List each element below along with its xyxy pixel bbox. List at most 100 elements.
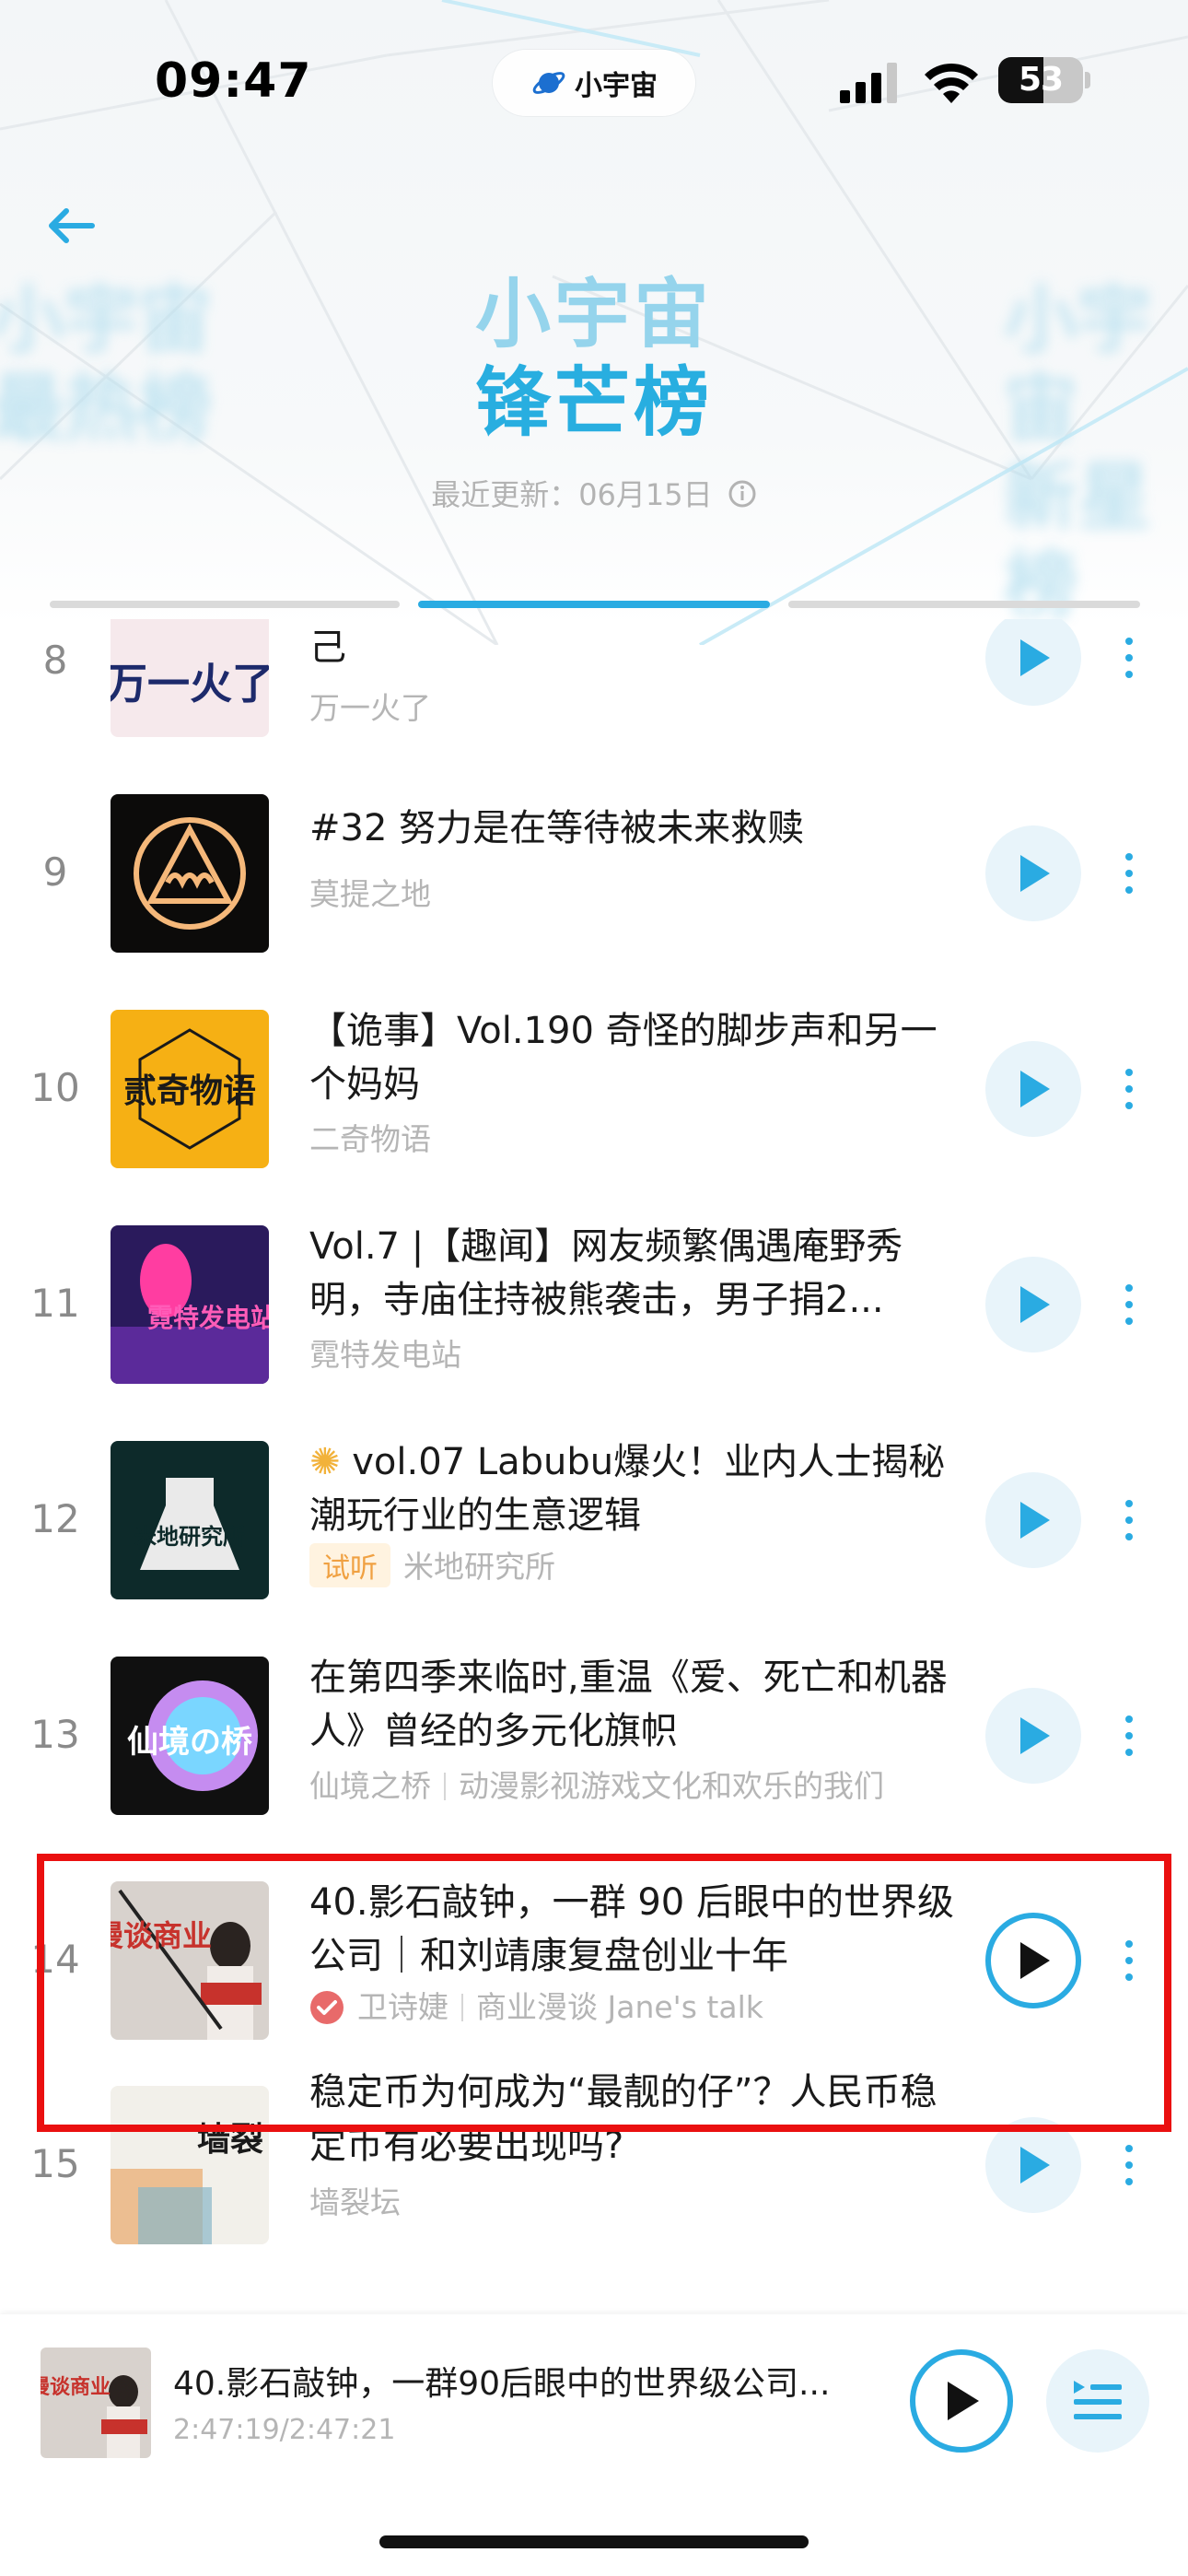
arrow-left-icon bbox=[49, 208, 95, 243]
rank-number: 14 bbox=[30, 1937, 80, 1982]
podcast-cover[interactable]: 万一火了 bbox=[111, 619, 269, 737]
list-item-now-playing[interactable]: 14 漫谈商业 40.影石敲钟，一群 90 后眼中的世界级公司｜和刘靖康复盘创业… bbox=[0, 1848, 1188, 2064]
play-icon bbox=[1020, 855, 1050, 892]
play-button[interactable] bbox=[985, 1913, 1081, 2008]
play-icon bbox=[948, 2382, 979, 2420]
player-title[interactable]: 40.影石敲钟，一群90后眼中的世界级公司... bbox=[173, 2357, 882, 2405]
podcast-meta[interactable]: 卫诗婕 商业漫谈 Jane's talk bbox=[309, 1983, 963, 2027]
ranking-list: 8 万一火了 Vol.180 我都不能理解 30 岁之前的自己 万一火了 9 #… bbox=[0, 619, 1188, 2314]
more-options-button[interactable] bbox=[1111, 1699, 1147, 1773]
podcast-name[interactable]: 万一火了 bbox=[309, 684, 963, 728]
episode-title[interactable]: ✺ vol.07 Labubu爆火！业内人士揭秘潮玩行业的生意逻辑 bbox=[309, 1435, 963, 1542]
more-options-button[interactable] bbox=[1111, 2128, 1147, 2202]
podcast-cover[interactable]: 霓特发电站 bbox=[111, 1225, 269, 1384]
episode-title[interactable]: Vol.7 |【趣闻】网友频繁偶遇庵野秀明，寺庙住持被熊袭击，男子捐2... bbox=[309, 1220, 963, 1327]
cover-text: 万一火了 bbox=[111, 659, 269, 708]
list-item[interactable]: 15 墙裂 稳定币为何成为“最靓的仔”？人民币稳定币有必要出现吗? 墙裂坛 bbox=[0, 2064, 1188, 2279]
verified-check-icon bbox=[310, 1991, 344, 2024]
more-options-button[interactable] bbox=[1111, 1924, 1147, 1997]
app-pill[interactable]: 小宇宙 bbox=[493, 50, 695, 116]
play-icon bbox=[1020, 1942, 1050, 1979]
player-cover[interactable]: 漫谈商业 bbox=[41, 2348, 151, 2458]
play-button[interactable] bbox=[985, 2117, 1081, 2213]
play-button[interactable] bbox=[985, 1688, 1081, 1784]
podcast-host: 动漫影视游戏文化和欢乐的我们 bbox=[459, 1768, 884, 1804]
play-icon bbox=[1020, 1071, 1050, 1107]
play-button[interactable] bbox=[985, 1041, 1081, 1137]
trial-badge: 试听 bbox=[309, 1543, 390, 1587]
rank-number: 13 bbox=[30, 1712, 80, 1757]
podcast-meta[interactable]: 试听 米地研究所 bbox=[309, 1542, 963, 1587]
rank-number: 12 bbox=[30, 1496, 80, 1541]
cover-art: 仙境の桥 bbox=[111, 1657, 269, 1815]
page-title: 小宇宙 锋芒榜 bbox=[0, 271, 1188, 448]
play-button[interactable] bbox=[985, 1257, 1081, 1352]
episode-title[interactable]: Vol.180 我都不能理解 30 岁之前的自己 bbox=[309, 619, 963, 674]
list-item[interactable]: 9 #32 努力是在等待被未来救赎 莫提之地 bbox=[0, 761, 1188, 977]
episode-title[interactable]: 40.影石敲钟，一群 90 后眼中的世界级公司｜和刘靖康复盘创业十年 bbox=[309, 1876, 963, 1983]
cover-text: 漫谈商业 bbox=[111, 1918, 212, 1953]
play-icon bbox=[1020, 639, 1050, 676]
podcast-meta[interactable]: 仙境之桥 动漫影视游戏文化和欢乐的我们 bbox=[309, 1762, 963, 1806]
tab-indicator-left bbox=[50, 601, 400, 608]
list-item[interactable]: 10 贰奇物语 【诡事】Vol.190 奇怪的脚步声和另一个妈妈 二奇物语 bbox=[0, 977, 1188, 1192]
player-time: 2:47:19/2:47:21 bbox=[173, 2414, 396, 2446]
episode-title[interactable]: 稳定币为何成为“最靓的仔”？人民币稳定币有必要出现吗? bbox=[309, 2066, 963, 2172]
back-button[interactable] bbox=[39, 193, 103, 258]
cover-text: 贰奇物语 bbox=[123, 1072, 256, 1110]
tab-indicator-active bbox=[418, 601, 770, 608]
page-title-line2: 锋芒榜 bbox=[474, 359, 713, 447]
play-icon bbox=[1020, 2147, 1050, 2184]
list-item[interactable]: 11 霓特发电站 Vol.7 |【趣闻】网友频繁偶遇庵野秀明，寺庙住持被熊袭击，… bbox=[0, 1192, 1188, 1408]
play-icon bbox=[1020, 1717, 1050, 1754]
tab-indicator-right bbox=[788, 601, 1140, 608]
player-play-button[interactable] bbox=[910, 2349, 1013, 2453]
more-options-button[interactable] bbox=[1111, 1052, 1147, 1126]
planet-icon bbox=[532, 72, 565, 94]
cover-text: 霓特发电站 bbox=[147, 1303, 269, 1333]
podcast-name[interactable]: 二奇物语 bbox=[309, 1115, 963, 1159]
playlist-button[interactable] bbox=[1046, 2349, 1149, 2453]
more-options-button[interactable] bbox=[1111, 621, 1147, 695]
playlist-icon bbox=[1074, 2381, 1122, 2419]
rank-number: 10 bbox=[30, 1065, 80, 1110]
podcast-name[interactable]: 霓特发电站 bbox=[309, 1330, 963, 1375]
podcast-cover[interactable]: 漫谈商业 bbox=[111, 1881, 269, 2040]
more-options-button[interactable] bbox=[1111, 1483, 1147, 1557]
list-item[interactable]: 12 米地研究所 ✺ vol.07 Labubu爆火！业内人士揭秘潮玩行业的生意… bbox=[0, 1408, 1188, 1623]
app-pill-label: 小宇宙 bbox=[575, 70, 658, 102]
more-options-button[interactable] bbox=[1111, 837, 1147, 910]
podcast-host: 卫诗婕 bbox=[357, 1989, 448, 2025]
play-button[interactable] bbox=[985, 619, 1081, 706]
info-icon[interactable] bbox=[728, 479, 757, 509]
wifi-icon bbox=[925, 63, 978, 103]
podcast-cover[interactable]: 墙裂 bbox=[111, 2086, 269, 2244]
cover-text: 米地研究所 bbox=[134, 1524, 245, 1550]
podcast-cover[interactable]: 仙境の桥 bbox=[111, 1657, 269, 1815]
podcast-name[interactable]: 墙裂坛 bbox=[309, 2178, 963, 2222]
podcast-name: 米地研究所 bbox=[403, 1549, 555, 1585]
player-cover-text: 漫谈商业 bbox=[41, 2375, 111, 2399]
separator bbox=[444, 1773, 446, 1800]
play-button[interactable] bbox=[985, 1472, 1081, 1568]
podcast-name: 商业漫谈 Jane's talk bbox=[476, 1989, 763, 2025]
episode-title-text: vol.07 Labubu爆火！业内人士揭秘潮玩行业的生意逻辑 bbox=[309, 1441, 946, 1537]
podcast-cover[interactable]: 贰奇物语 bbox=[111, 1010, 269, 1168]
podcast-cover[interactable]: 米地研究所 bbox=[111, 1441, 269, 1599]
rank-number: 8 bbox=[42, 638, 68, 683]
podcast-name[interactable]: 莫提之地 bbox=[309, 870, 963, 914]
player-cover-art: 漫谈商业 bbox=[41, 2348, 151, 2458]
more-options-button[interactable] bbox=[1111, 1268, 1147, 1341]
episode-title[interactable]: 【诡事】Vol.190 奇怪的脚步声和另一个妈妈 bbox=[309, 1004, 963, 1111]
list-item[interactable]: 8 万一火了 Vol.180 我都不能理解 30 岁之前的自己 万一火了 bbox=[0, 619, 1188, 761]
list-item[interactable]: 13 仙境の桥 在第四季来临时,重温《爱、死亡和机器人》曾经的多元化旗帜 仙境之… bbox=[0, 1623, 1188, 1839]
episode-title[interactable]: 在第四季来临时,重温《爱、死亡和机器人》曾经的多元化旗帜 bbox=[309, 1651, 963, 1758]
play-icon bbox=[1020, 1286, 1050, 1323]
rank-number: 15 bbox=[30, 2141, 80, 2186]
podcast-cover[interactable] bbox=[111, 794, 269, 953]
play-icon bbox=[1020, 1502, 1050, 1539]
update-info: 最近更新：06月15日 bbox=[0, 472, 1188, 514]
update-text: 最近更新：06月15日 bbox=[431, 477, 713, 512]
episode-title[interactable]: #32 努力是在等待被未来救赎 bbox=[309, 802, 963, 855]
play-button[interactable] bbox=[985, 825, 1081, 921]
